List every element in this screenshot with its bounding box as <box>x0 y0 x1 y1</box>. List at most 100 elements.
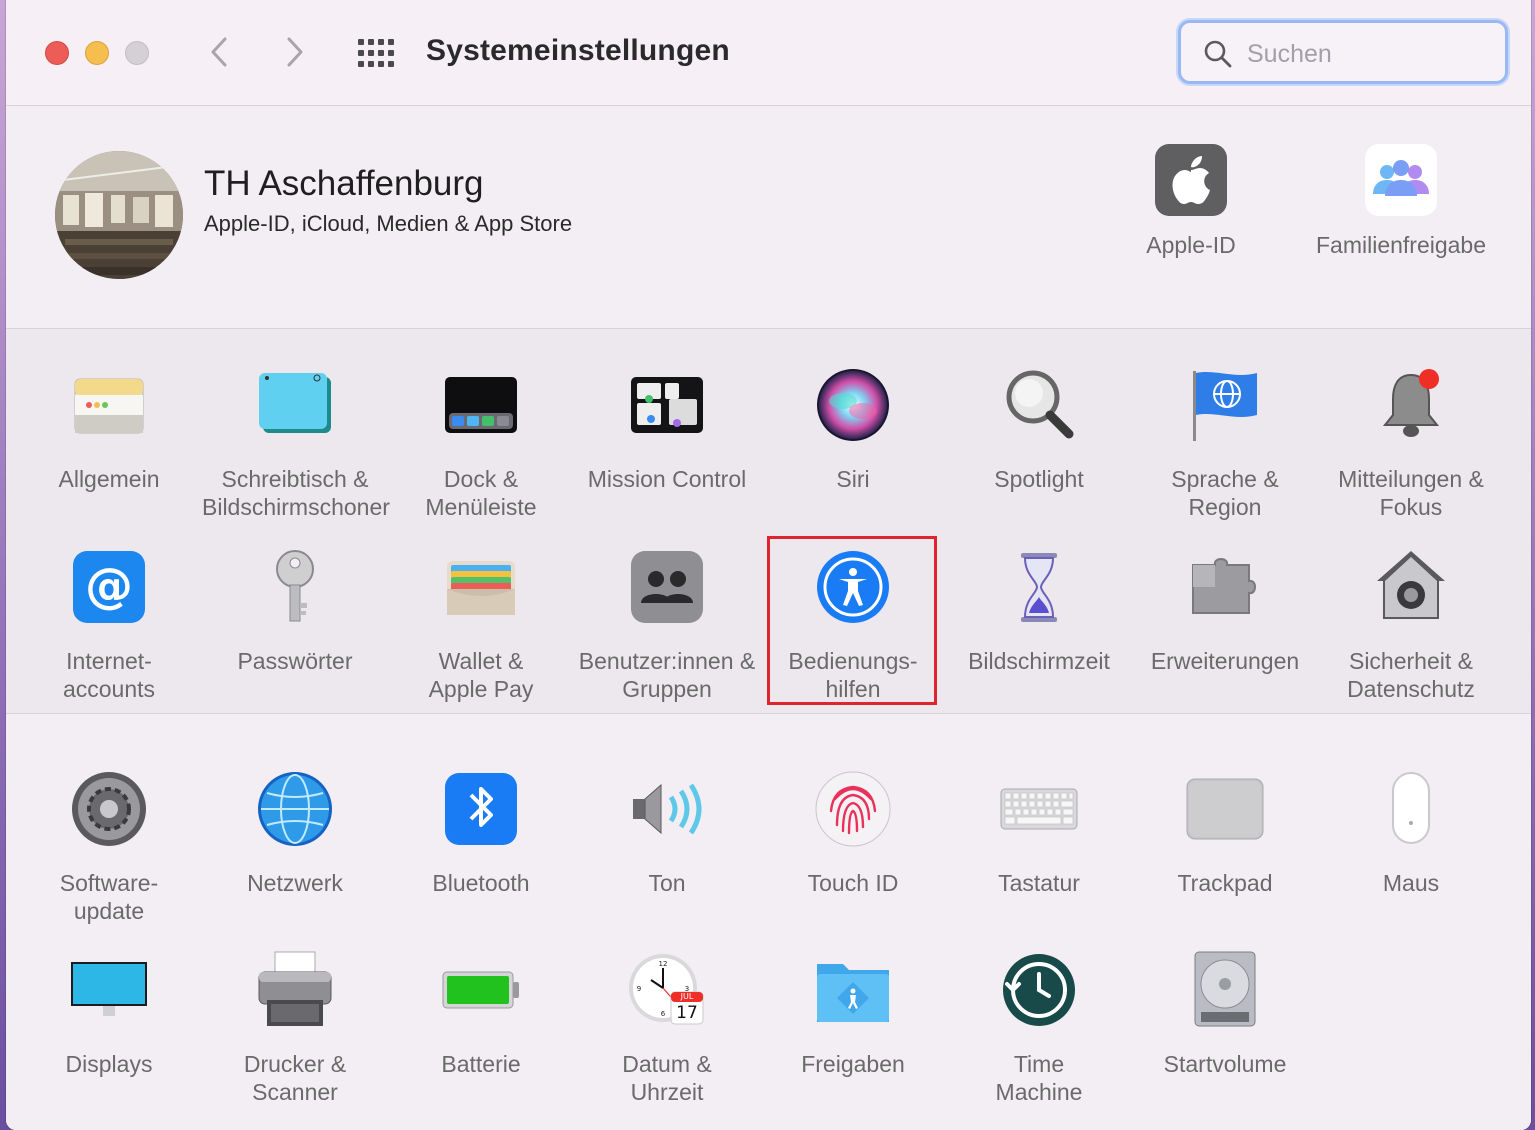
pref-label: Bildschirmzeit <box>968 648 1110 674</box>
pref-passwords[interactable]: Passwörter <box>202 547 388 675</box>
pref-printers-scanners[interactable]: Drucker & Scanner <box>202 950 388 1106</box>
pref-label: Ton <box>648 870 686 896</box>
search-icon <box>1204 40 1232 68</box>
zoom-window-button[interactable] <box>125 41 149 65</box>
pref-displays[interactable]: Displays <box>16 950 202 1078</box>
pref-label: Dock & Menüleiste <box>425 466 537 520</box>
users-groups-icon <box>627 547 707 627</box>
network-icon <box>255 769 335 849</box>
pref-label: Maus <box>1382 870 1440 896</box>
account-name: TH Aschaffenburg <box>204 164 484 203</box>
pref-label: Allgemein <box>58 466 160 492</box>
window-title: Systemeinstellungen <box>426 34 730 67</box>
pref-spotlight[interactable]: Spotlight <box>946 365 1132 493</box>
pref-label: Mitteilungen & Fokus <box>1338 466 1484 520</box>
pref-label: Drucker & Scanner <box>243 1051 347 1105</box>
pref-bluetooth[interactable]: Bluetooth <box>388 769 574 897</box>
pref-desktop-screensaver[interactable]: Schreibtisch & Bildschirmschoner <box>202 365 390 521</box>
account-section: TH Aschaffenburg Apple-ID, iCloud, Medie… <box>6 106 1531 329</box>
pref-security-privacy[interactable]: Sicherheit & Datenschutz <box>1318 547 1504 703</box>
date-time-icon: 12 3 6 9 JUL 17 <box>627 950 707 1030</box>
passwords-icon <box>255 547 335 627</box>
pref-sound[interactable]: Ton <box>574 769 760 897</box>
svg-text:9: 9 <box>637 985 641 993</box>
pref-label: Internet-accounts <box>62 648 156 702</box>
pref-date-time[interactable]: 12 3 6 9 JUL 17 Datum & Uhrzeit <box>574 950 760 1106</box>
notifications-icon <box>1371 365 1451 445</box>
pref-dock-menubar[interactable]: Dock & Menüleiste <box>388 365 574 521</box>
startup-disk-icon <box>1185 950 1265 1030</box>
pref-mission-control[interactable]: Mission Control <box>574 365 760 493</box>
pref-label: Tastatur <box>998 870 1080 896</box>
pref-trackpad[interactable]: Trackpad <box>1132 769 1318 897</box>
pref-siri[interactable]: Siri <box>760 365 946 493</box>
siri-icon <box>813 365 893 445</box>
pref-label: Mission Control <box>587 466 747 492</box>
pref-wallet[interactable]: Wallet & Apple Pay <box>388 547 574 703</box>
pref-label: Time Machine <box>995 1051 1083 1105</box>
family-sharing-pref[interactable]: Familienfreigabe <box>1301 144 1501 259</box>
svg-text:@: @ <box>85 558 133 614</box>
pref-label: Siri <box>836 466 870 492</box>
internet-accounts-icon: @ <box>69 547 149 627</box>
sound-icon <box>627 769 707 849</box>
account-subtitle: Apple-ID, iCloud, Medien & App Store <box>204 211 573 236</box>
pref-touch-id[interactable]: Touch ID <box>760 769 946 897</box>
search-field[interactable] <box>1178 20 1508 84</box>
search-input[interactable] <box>1245 37 1489 71</box>
close-window-button[interactable] <box>45 41 69 65</box>
minimize-window-button[interactable] <box>85 41 109 65</box>
pref-label: Sprache & Region <box>1171 466 1279 520</box>
bluetooth-icon <box>441 769 521 849</box>
family-sharing-icon <box>1365 144 1437 216</box>
pref-label: Displays <box>65 1051 153 1077</box>
general-icon <box>69 365 149 445</box>
show-all-button[interactable] <box>356 37 396 69</box>
pref-general[interactable]: Allgemein <box>16 365 202 493</box>
pref-label: Startvolume <box>1163 1051 1287 1077</box>
pref-users-groups[interactable]: Benutzer:innen & Gruppen <box>574 547 760 703</box>
trackpad-icon <box>1185 769 1265 849</box>
pref-screen-time[interactable]: Bildschirmzeit <box>946 547 1132 675</box>
apple-icon <box>1155 144 1227 216</box>
apple-id-label: Apple-ID <box>1146 232 1236 258</box>
displays-icon <box>69 950 149 1030</box>
pref-battery[interactable]: Batterie <box>388 950 574 1078</box>
pref-mouse[interactable]: Maus <box>1318 769 1504 897</box>
time-machine-icon <box>999 950 1079 1030</box>
pref-startup-disk[interactable]: Startvolume <box>1132 950 1318 1078</box>
pref-label: Sicherheit & Datenschutz <box>1347 648 1475 702</box>
pref-keyboard[interactable]: Tastatur <box>946 769 1132 897</box>
pref-label: Trackpad <box>1177 870 1273 896</box>
pref-label: Bluetooth <box>432 870 530 896</box>
title-bar: Systemeinstellungen <box>6 0 1531 106</box>
pref-label: Schreibtisch & Bildschirmschoner <box>202 466 390 520</box>
avatar[interactable] <box>55 151 183 279</box>
battery-icon <box>441 950 521 1030</box>
pref-internet-accounts[interactable]: @ Internet-accounts <box>16 547 202 703</box>
apple-id-pref[interactable]: Apple-ID <box>1091 144 1291 259</box>
grid-icon <box>358 39 394 67</box>
pref-software-update[interactable]: Software-update <box>16 769 202 925</box>
pref-extensions[interactable]: Erweiterungen <box>1132 547 1318 675</box>
accessibility-highlight <box>767 536 937 705</box>
pref-network[interactable]: Netzwerk <box>202 769 388 897</box>
desktop-screensaver-icon <box>255 365 335 445</box>
family-sharing-label: Familienfreigabe <box>1315 232 1487 258</box>
chevron-right-icon <box>287 37 303 67</box>
back-button[interactable] <box>202 34 238 70</box>
pref-label: Erweiterungen <box>1150 648 1300 674</box>
pref-label: Wallet & Apple Pay <box>428 648 534 702</box>
pref-label: Datum & Uhrzeit <box>622 1051 712 1105</box>
mouse-icon <box>1371 769 1451 849</box>
pref-label: Software-update <box>59 870 159 924</box>
pref-notifications-focus[interactable]: Mitteilungen & Fokus <box>1318 365 1504 521</box>
svg-text:6: 6 <box>661 1010 666 1018</box>
preferences-section-hardware: Software-update Netzwerk Bluetooth Ton T… <box>6 714 1531 1130</box>
pref-label: Touch ID <box>807 870 899 896</box>
pref-sharing[interactable]: Freigaben <box>760 950 946 1078</box>
pref-time-machine[interactable]: Time Machine <box>946 950 1132 1106</box>
pref-language-region[interactable]: Sprache & Region <box>1132 365 1318 521</box>
dock-menubar-icon <box>441 365 521 445</box>
forward-button[interactable] <box>276 34 312 70</box>
